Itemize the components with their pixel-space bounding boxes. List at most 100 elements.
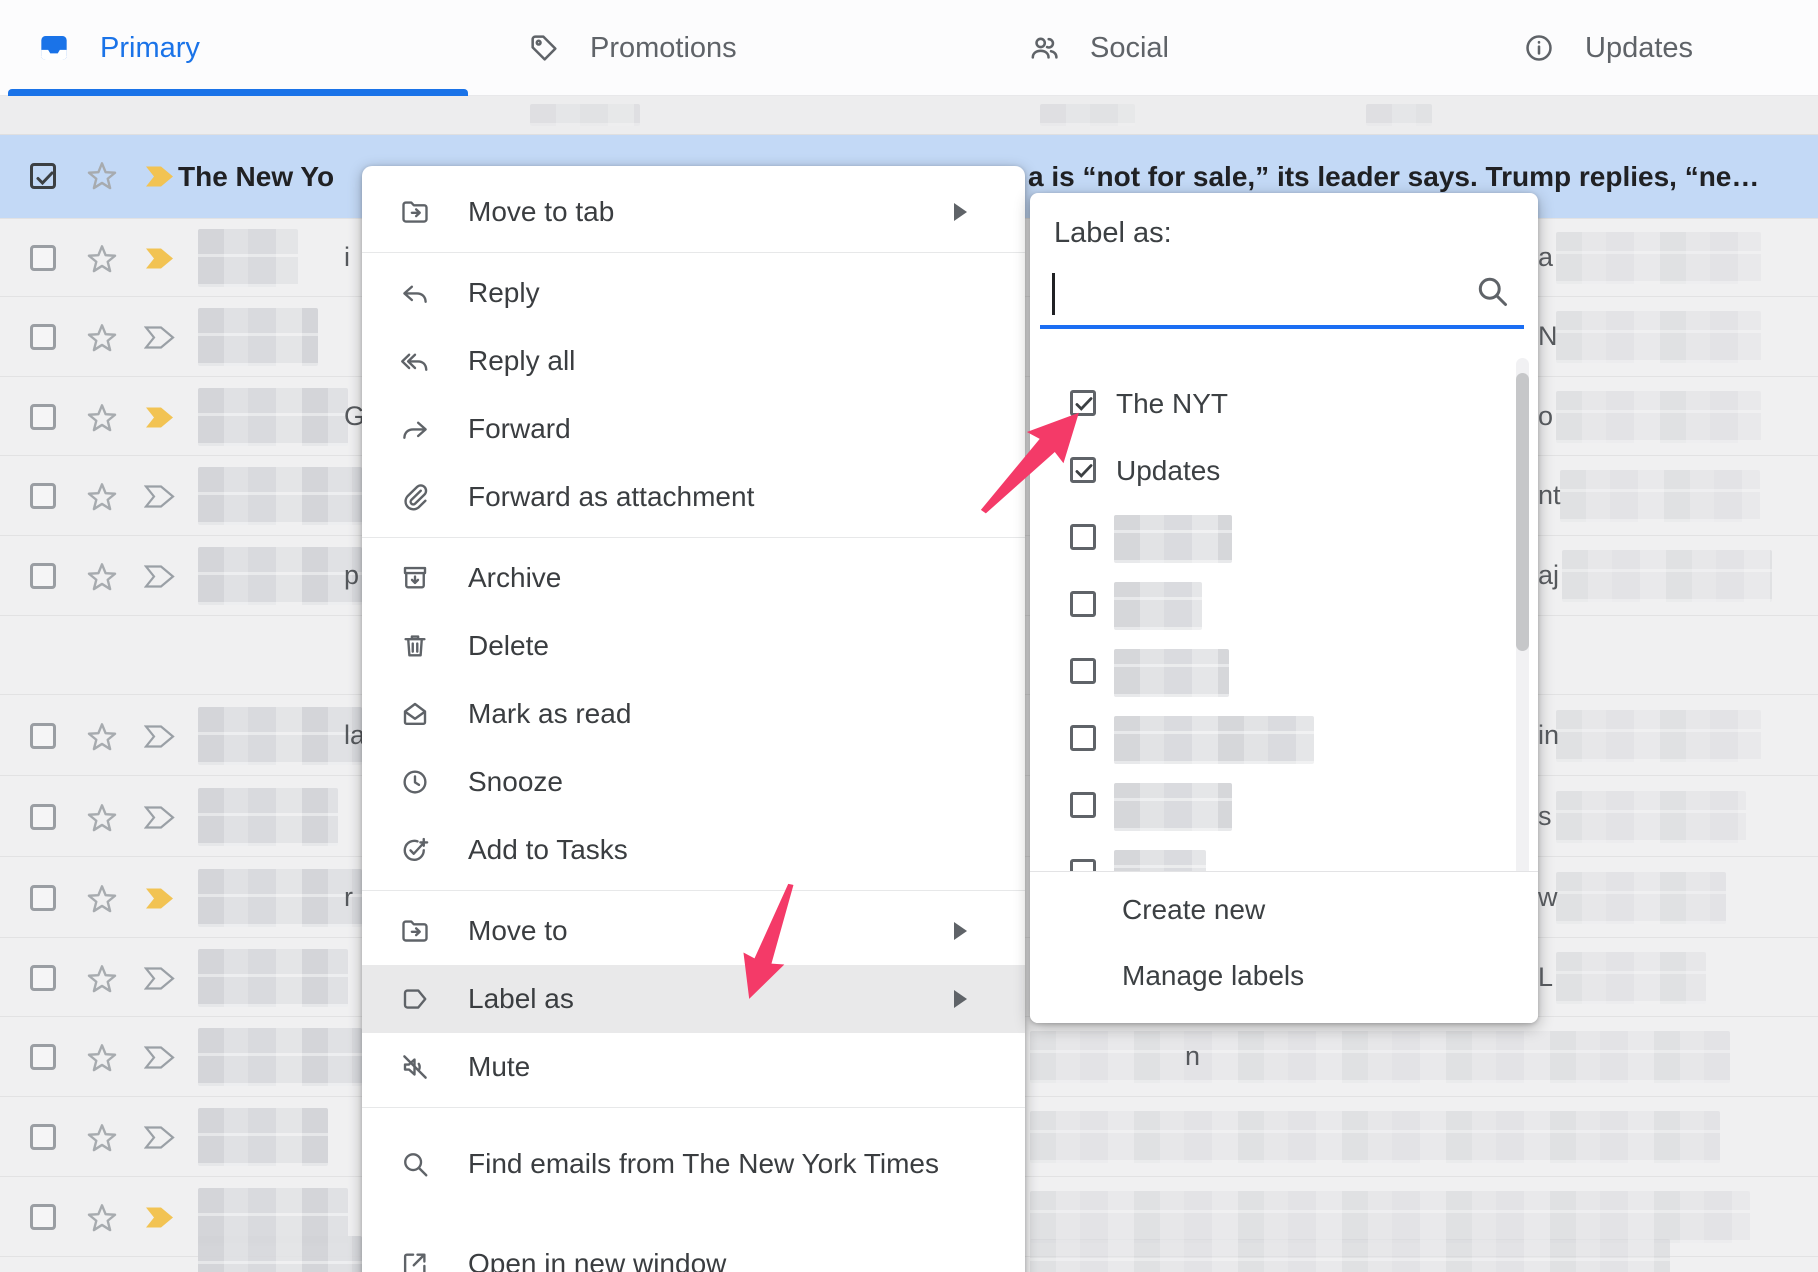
importance-marker-yellow[interactable] [144,886,176,916]
tab-social[interactable]: Social [990,0,1445,96]
star-icon[interactable] [84,478,120,519]
manage-labels-button[interactable]: Manage labels [1122,960,1304,992]
menu-item-move-to-tab[interactable]: Move to tab [362,178,1025,246]
folder-move-icon [400,197,430,227]
email-context-menu: Move to tab ReplyReply all Forward Forward … [362,166,1025,1272]
label-option-redacted[interactable] [1030,572,1538,639]
importance-marker-yellow[interactable] [144,164,176,194]
menu-item-archive[interactable]: Archive [362,544,1025,612]
menu-item-label: Find emails from The New York Times [468,1148,939,1180]
gmail-window: iaNGontpajlainsrwLn The New Yo a is “not… [0,0,1818,1272]
star-icon[interactable] [84,799,120,840]
menu-item-add-to-tasks[interactable]: Add to Tasks [362,816,1025,884]
email-checkbox-unchecked[interactable] [30,1044,56,1070]
email-checkbox-unchecked[interactable] [30,885,56,911]
label-option-the-nyt[interactable]: The NYT [1030,371,1538,438]
importance-marker-gray[interactable] [144,805,176,835]
menu-item-find-emails-from-the-new-york-times[interactable]: Find emails from The New York Times [362,1114,1025,1214]
email-checkbox-unchecked[interactable] [30,324,56,350]
menu-item-forward-as-attachment[interactable]: Forward as attachment [362,463,1025,531]
email-subject: a is “not for sale,” its leader says. Tr… [1028,161,1759,193]
submenu-arrow-icon [954,922,967,940]
importance-marker-gray[interactable] [144,1125,176,1155]
label-option-redacted[interactable] [1030,505,1538,572]
menu-item-mute[interactable]: Mute [362,1033,1025,1101]
redacted-text-fragment: aj [1538,560,1559,591]
star-icon[interactable] [84,1119,120,1160]
redacted-text-fragment: a [1538,242,1553,273]
email-sender: The New Yo [178,161,334,193]
label-option-redacted[interactable] [1030,840,1538,871]
importance-marker-gray[interactable] [144,724,176,754]
checkbox-checked[interactable] [1070,457,1096,483]
tab-promotions[interactable]: Promotions [490,0,945,96]
email-checkbox-unchecked[interactable] [30,483,56,509]
create-new-label-button[interactable]: Create new [1122,894,1265,926]
menu-item-snooze[interactable]: Snooze [362,748,1025,816]
label-option-redacted[interactable] [1030,639,1538,706]
importance-marker-gray[interactable] [144,484,176,514]
checkbox-unchecked[interactable] [1070,725,1096,751]
star-icon[interactable] [84,1199,120,1240]
star-icon[interactable] [84,558,120,599]
menu-item-forward[interactable]: Forward [362,395,1025,463]
menu-item-label: Forward [468,413,571,445]
star-icon[interactable] [84,240,120,281]
checkbox-unchecked[interactable] [1070,792,1096,818]
label-option-redacted[interactable] [1030,706,1538,773]
email-checkbox-unchecked[interactable] [30,404,56,430]
email-checkbox-unchecked[interactable] [30,804,56,830]
label-option-redacted[interactable] [1030,773,1538,840]
mute-icon [400,1052,430,1082]
attachment-icon [400,482,430,512]
partial-row-strip [0,96,1818,135]
checkbox-unchecked[interactable] [1070,591,1096,617]
star-icon[interactable] [84,319,120,360]
menu-item-move-to[interactable]: Move to [362,897,1025,965]
importance-marker-gray[interactable] [144,325,176,355]
trash-icon [400,631,430,661]
email-checkbox-checked[interactable] [30,163,56,189]
email-checkbox-unchecked[interactable] [30,1204,56,1230]
redacted-subject [1030,1239,1670,1272]
star-icon[interactable] [84,1039,120,1080]
tab-promotions-label: Promotions [590,32,737,65]
menu-item-delete[interactable]: Delete [362,612,1025,680]
info-icon [1523,32,1555,64]
redacted-text-fragment: in [1538,720,1559,751]
menu-item-open-in-new-window[interactable]: Open in new window [362,1214,1025,1272]
label-search-field[interactable] [1030,263,1538,329]
email-checkbox-unchecked[interactable] [30,563,56,589]
email-checkbox-unchecked[interactable] [30,723,56,749]
redacted-sender [198,869,362,927]
star-icon[interactable] [84,960,120,1001]
text-caret [1052,273,1055,315]
email-checkbox-unchecked[interactable] [30,245,56,271]
redacted-label-name [1114,716,1314,764]
email-checkbox-unchecked[interactable] [30,1124,56,1150]
importance-marker-gray[interactable] [144,966,176,996]
menu-item-mark-as-read[interactable]: Mark as read [362,680,1025,748]
redacted-subject [1030,1111,1720,1163]
star-icon[interactable] [84,157,120,198]
importance-marker-gray[interactable] [144,564,176,594]
menu-item-reply[interactable]: Reply [362,259,1025,327]
star-icon[interactable] [84,880,120,921]
tab-primary[interactable]: Primary [0,0,455,96]
star-icon[interactable] [84,718,120,759]
checkbox-unchecked[interactable] [1070,859,1096,871]
importance-marker-yellow[interactable] [144,1205,176,1235]
importance-marker-yellow[interactable] [144,246,176,276]
checkbox-unchecked[interactable] [1070,524,1096,550]
menu-item-reply-all[interactable]: Reply all [362,327,1025,395]
label-option-updates[interactable]: Updates [1030,438,1538,505]
star-icon[interactable] [84,399,120,440]
menu-section: ArchiveDeleteMark as readSnoozeAdd to Ta… [362,537,1025,890]
scrollbar-thumb[interactable] [1516,373,1529,651]
importance-marker-gray[interactable] [144,1045,176,1075]
checkbox-unchecked[interactable] [1070,658,1096,684]
tab-updates[interactable]: Updates [1485,0,1818,96]
email-checkbox-unchecked[interactable] [30,965,56,991]
menu-item-label-as[interactable]: Label as [362,965,1025,1033]
importance-marker-yellow[interactable] [144,405,176,435]
